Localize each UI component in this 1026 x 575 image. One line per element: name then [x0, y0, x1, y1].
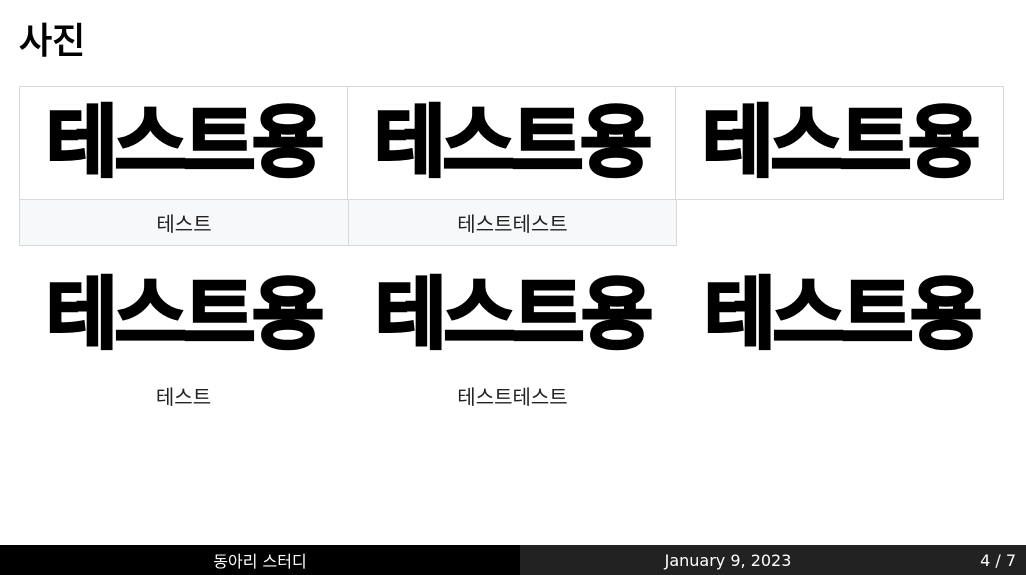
photo-caption: 테스트테스트 — [457, 384, 568, 409]
caption-row: 테스트 테스트테스트 — [19, 372, 1006, 418]
photo-row: 테스트용 테스트용 테스트용 — [19, 86, 1006, 200]
photo-row: 테스트용 테스트용 테스트용 — [19, 258, 1006, 372]
plain-photo-gallery: 테스트용 테스트용 테스트용 테스트 테스트테스트 — [19, 258, 1006, 418]
photo-cell[interactable]: 테스트용 — [19, 86, 348, 200]
bordered-photo-gallery: 테스트용 테스트용 테스트용 테스트 테스트테스트 — [19, 86, 1006, 246]
photo-cell[interactable]: 테스트용 — [675, 86, 1004, 200]
photo-caption: 테스트 — [155, 384, 212, 409]
photo-cell[interactable]: 테스트용 — [347, 86, 676, 200]
photo-caption-empty — [677, 372, 1006, 418]
photo-image: 테스트용 — [44, 98, 325, 188]
photo-caption: 테스트 — [19, 200, 349, 246]
photo-caption-empty — [677, 200, 1006, 246]
photo-image: 테스트용 — [700, 98, 981, 188]
footer-date: January 9, 2023 — [520, 545, 936, 575]
photo-image: 테스트용 — [44, 270, 325, 360]
photo-cell[interactable]: 테스트용 — [677, 258, 1006, 372]
slide-footer: 동아리 스터디 January 9, 2023 4 / 7 — [0, 545, 1026, 575]
caption-row: 테스트 테스트테스트 — [19, 200, 1006, 246]
footer-page-number: 4 / 7 — [936, 545, 1026, 575]
footer-presentation-title: 동아리 스터디 — [0, 545, 520, 575]
photo-cell[interactable]: 테스트용 — [19, 258, 348, 372]
photo-caption: 테스트테스트 — [348, 200, 677, 246]
photo-cell[interactable]: 테스트용 — [348, 258, 677, 372]
photo-image: 테스트용 — [373, 270, 654, 360]
photo-image: 테스트용 — [372, 98, 653, 188]
slide-title: 사진 — [19, 21, 86, 62]
photo-image: 테스트용 — [702, 270, 983, 360]
